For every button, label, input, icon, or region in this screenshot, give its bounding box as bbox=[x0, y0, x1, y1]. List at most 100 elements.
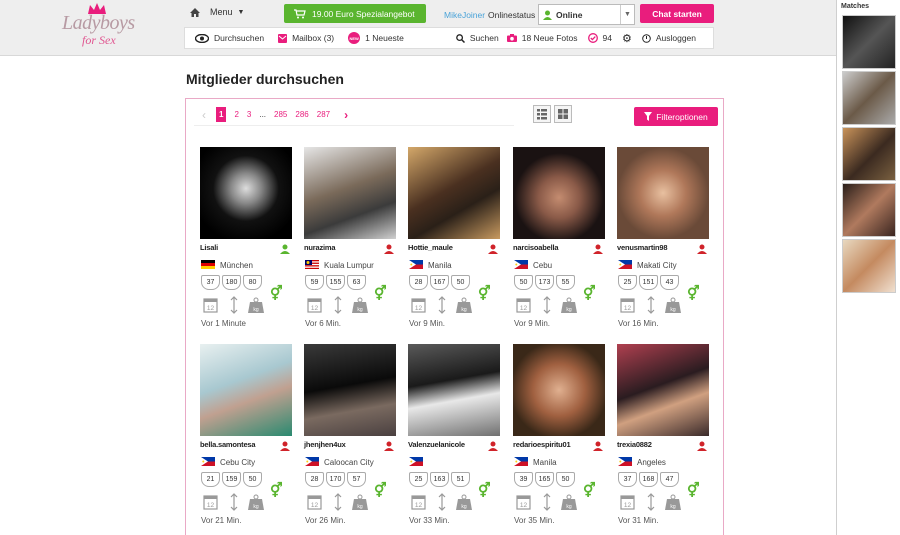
nav-logout[interactable]: Ausloggen bbox=[642, 28, 696, 48]
nav-new-photos[interactable]: 18 Neue Fotos bbox=[506, 28, 578, 48]
member-username[interactable]: redarioespiritu01 bbox=[513, 440, 571, 449]
member-username[interactable]: Hottie_maule bbox=[408, 243, 453, 252]
member-card[interactable]: narcisoabella Cebu 50 173 55 ⚥ 12 kg Vor 9 Min. bbox=[513, 147, 605, 337]
chevron-down-icon[interactable]: ▼ bbox=[620, 5, 634, 24]
filter-options-button[interactable]: Filteroptionen bbox=[634, 107, 718, 126]
stat-icons: 12 kg bbox=[307, 493, 368, 511]
member-last-seen: Vor 9 Min. bbox=[409, 319, 446, 328]
nav-settings[interactable]: ⚙ bbox=[622, 28, 632, 48]
pager-page[interactable]: 285 bbox=[274, 110, 287, 119]
match-thumbnail[interactable] bbox=[842, 127, 896, 181]
member-photo[interactable] bbox=[513, 147, 605, 239]
member-city: Makati City bbox=[637, 261, 677, 270]
online-user-icon bbox=[280, 244, 290, 254]
svg-text:12: 12 bbox=[520, 502, 528, 509]
offline-user-icon bbox=[488, 441, 498, 451]
pager-next[interactable]: › bbox=[344, 108, 348, 122]
filter-options-label: Filteroptionen bbox=[656, 111, 708, 122]
member-stats: 28 170 57 bbox=[305, 472, 368, 487]
pager-page[interactable]: 287 bbox=[317, 110, 330, 119]
member-city: Manila bbox=[533, 458, 557, 467]
gender-icon: ⚥ bbox=[583, 482, 596, 498]
logo-text: Ladyboys bbox=[62, 12, 135, 34]
special-offer-button[interactable]: 19.00 Euro Spezialangebot bbox=[284, 4, 426, 23]
member-username[interactable]: venusmartin98 bbox=[617, 243, 668, 252]
pagination: ‹ 1 2 3 ... 285 286 287 › bbox=[194, 104, 514, 126]
match-thumbnail[interactable] bbox=[842, 239, 896, 293]
member-card[interactable]: bella.samontesa Cebu City 21 159 50 ⚥ 12 kg Vor … bbox=[200, 344, 292, 534]
start-chat-button[interactable]: Chat starten bbox=[640, 4, 714, 23]
height-icon bbox=[543, 296, 551, 314]
site-header: Ladyboys for Sex Menu ▼ 19.00 Euro Spezi… bbox=[0, 0, 836, 56]
nav-search[interactable]: Suchen bbox=[456, 28, 499, 48]
grid-view-button[interactable] bbox=[554, 105, 572, 123]
match-thumbnail[interactable] bbox=[842, 15, 896, 69]
svg-text:kg: kg bbox=[461, 307, 467, 313]
svg-text:kg: kg bbox=[357, 307, 363, 313]
pager-prev[interactable]: ‹ bbox=[202, 108, 206, 122]
member-username[interactable]: trexia0882 bbox=[617, 440, 652, 449]
member-card[interactable]: jhenjhen4ux Caloocan City 28 170 57 ⚥ 12 kg Vor … bbox=[304, 344, 396, 534]
member-card[interactable]: Hottie_maule Manila 28 167 50 ⚥ 12 kg Vor 9 Min. bbox=[408, 147, 500, 337]
nav-matches-count[interactable]: 94 bbox=[587, 28, 612, 48]
member-card[interactable]: nurazima Kuala Lumpur 59 155 63 ⚥ 12 kg Vor 6 Mi… bbox=[304, 147, 396, 337]
username-link[interactable]: MikeJoiner bbox=[444, 10, 485, 20]
member-photo[interactable] bbox=[617, 147, 709, 239]
member-card[interactable]: venusmartin98 Makati City 25 151 43 ⚥ 12 kg Vor … bbox=[617, 147, 709, 337]
pager-page[interactable]: 3 bbox=[247, 110, 251, 119]
match-thumbnail[interactable] bbox=[842, 71, 896, 125]
pager-page[interactable]: 1 bbox=[216, 107, 227, 122]
members-panel: ‹ 1 2 3 ... 285 286 287 › Filteroptionen… bbox=[185, 98, 724, 535]
stat-age: 59 bbox=[305, 275, 324, 290]
stat-weight: 43 bbox=[660, 275, 679, 290]
calendar-icon: 12 bbox=[203, 298, 218, 313]
weight-icon: kg bbox=[352, 297, 368, 313]
member-photo[interactable] bbox=[617, 344, 709, 436]
member-username[interactable]: jhenjhen4ux bbox=[304, 440, 346, 449]
nav-mailbox[interactable]: Mailbox (3) bbox=[278, 28, 334, 48]
member-card[interactable]: Valenzuelanicole 25 163 51 ⚥ 12 kg Vor 33 Min. bbox=[408, 344, 500, 534]
stat-age: 37 bbox=[201, 275, 220, 290]
member-photo[interactable] bbox=[408, 147, 500, 239]
member-photo[interactable] bbox=[513, 344, 605, 436]
member-username[interactable]: Lisali bbox=[200, 243, 218, 252]
nav-browse[interactable]: Durchsuchen bbox=[195, 28, 264, 48]
match-thumbnail[interactable] bbox=[842, 183, 896, 237]
member-photo[interactable] bbox=[304, 147, 396, 239]
stat-height: 170 bbox=[326, 472, 345, 487]
stat-age: 28 bbox=[305, 472, 324, 487]
member-photo[interactable] bbox=[200, 147, 292, 239]
stat-height: 180 bbox=[222, 275, 241, 290]
height-icon bbox=[230, 296, 238, 314]
member-card[interactable]: redarioespiritu01 Manila 39 165 50 ⚥ 12 kg Vor 3… bbox=[513, 344, 605, 534]
member-username[interactable]: bella.samontesa bbox=[200, 440, 256, 449]
nav-newest[interactable]: NEW 1 Neueste bbox=[348, 28, 404, 48]
calendar-icon: 12 bbox=[620, 495, 635, 510]
svg-text:kg: kg bbox=[566, 307, 572, 313]
online-status-select[interactable]: Online ▼ bbox=[538, 4, 635, 25]
list-view-button[interactable] bbox=[533, 105, 551, 123]
pager-page[interactable]: 2 bbox=[234, 110, 238, 119]
member-stats: 25 151 43 bbox=[618, 275, 681, 290]
chevron-down-icon: ▼ bbox=[237, 8, 245, 16]
member-photo[interactable] bbox=[304, 344, 396, 436]
heart-check-icon bbox=[587, 33, 598, 43]
height-icon bbox=[438, 493, 446, 511]
search-icon bbox=[456, 33, 465, 43]
member-photo[interactable] bbox=[200, 344, 292, 436]
nav-search-label: Suchen bbox=[469, 33, 499, 43]
height-icon bbox=[230, 493, 238, 511]
flag-philippines-icon bbox=[305, 457, 319, 466]
member-username[interactable]: nurazima bbox=[304, 243, 336, 252]
offline-user-icon bbox=[384, 441, 394, 451]
user-green-icon bbox=[543, 10, 552, 20]
member-username[interactable]: Valenzuelanicole bbox=[408, 440, 465, 449]
member-username[interactable]: narcisoabella bbox=[513, 243, 559, 252]
member-photo[interactable] bbox=[408, 344, 500, 436]
member-city: Caloocan City bbox=[324, 458, 374, 467]
menu-button[interactable]: Menu ▼ bbox=[190, 7, 244, 17]
member-card[interactable]: Lisali München 37 180 80 ⚥ 12 kg Vor 1 Minute bbox=[200, 147, 292, 337]
member-card[interactable]: trexia0882 Angeles 37 168 47 ⚥ 12 kg Vor 31 Min. bbox=[617, 344, 709, 534]
site-logo[interactable]: Ladyboys for Sex bbox=[62, 2, 135, 52]
pager-page[interactable]: 286 bbox=[295, 110, 308, 119]
